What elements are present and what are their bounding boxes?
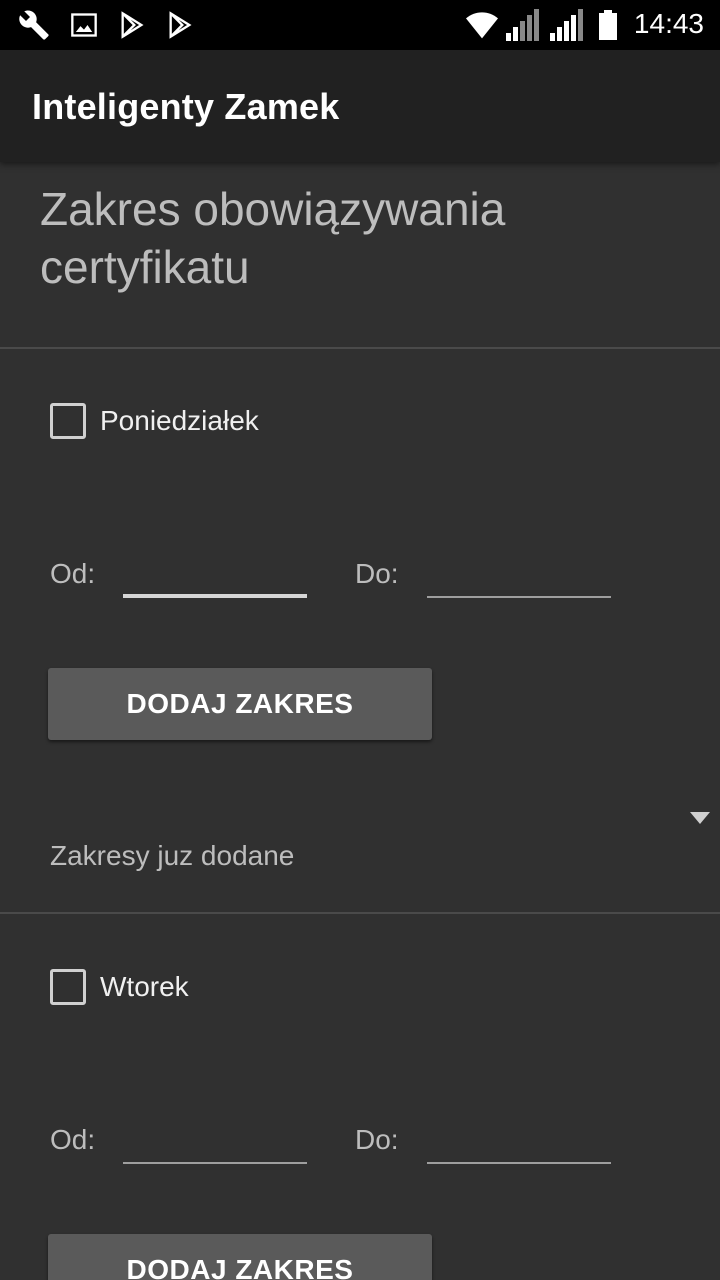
from-time-input-tuesday[interactable] (123, 1124, 307, 1164)
dropdown-arrow-icon (690, 812, 710, 824)
app-title: Inteligenty Zamek (32, 86, 340, 127)
image-icon (68, 9, 100, 41)
signal-icon (504, 9, 542, 41)
to-label: Do: (355, 558, 399, 589)
wrench-icon (18, 9, 50, 41)
checkbox-tuesday[interactable] (50, 969, 86, 1005)
status-bar: 14:43 (0, 0, 720, 50)
app-bar: Inteligenty Zamek (0, 50, 720, 162)
page-title: Zakres obowiązywania certyfikatu (40, 183, 506, 293)
day-checkbox-row-tuesday[interactable]: Wtorek (50, 969, 189, 1005)
to-label: Do: (355, 1124, 399, 1155)
wifi-icon (466, 9, 498, 41)
day-label-monday: Poniedziałek (100, 405, 259, 436)
divider (0, 912, 720, 914)
checkbox-monday[interactable] (50, 403, 86, 439)
play-store-icon (116, 9, 148, 41)
to-time-input-monday[interactable] (427, 558, 611, 598)
from-time-input-monday[interactable] (123, 558, 307, 598)
signal-icon (548, 9, 586, 41)
from-label: Od: (50, 558, 96, 589)
play-store-icon (164, 9, 196, 41)
add-range-button-monday[interactable]: DODAJ ZAKRES (48, 668, 432, 740)
from-label: Od: (50, 1124, 96, 1155)
main-content[interactable]: Zakres obowiązywania certyfikatu Poniedz… (0, 162, 720, 1280)
status-time: 14:43 (633, 8, 704, 39)
spinner-label: Zakresy juz dodane (50, 840, 295, 871)
to-time-input-tuesday[interactable] (427, 1124, 611, 1164)
battery-icon (596, 9, 620, 41)
added-ranges-spinner[interactable]: Zakresy juz dodane (0, 802, 720, 902)
day-label-tuesday: Wtorek (100, 971, 189, 1002)
add-range-button-tuesday[interactable]: DODAJ ZAKRES (48, 1234, 432, 1280)
day-checkbox-row-monday[interactable]: Poniedziałek (50, 403, 259, 439)
divider (0, 347, 720, 349)
